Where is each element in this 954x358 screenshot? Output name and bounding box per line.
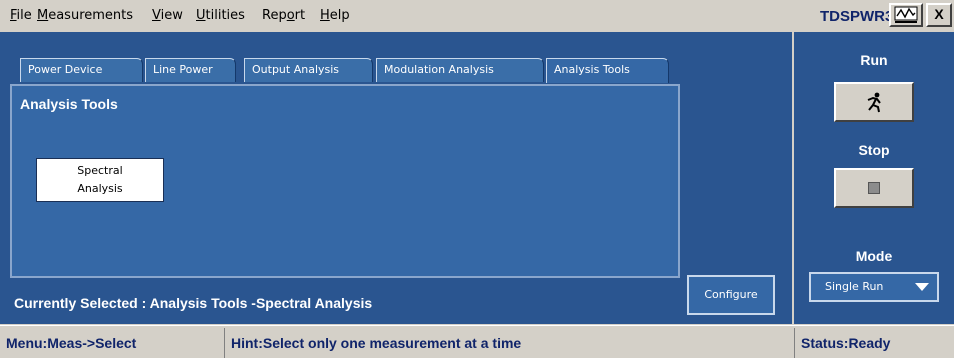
status-menu-path: Menu:Meas->Select bbox=[6, 335, 137, 351]
running-man-icon bbox=[867, 92, 881, 113]
spectral-label-line1: Spectral bbox=[77, 164, 123, 177]
chevron-down-icon bbox=[915, 283, 929, 291]
run-label: Run bbox=[860, 52, 888, 68]
status-bar: Menu:Meas->Select Hint:Select only one m… bbox=[0, 325, 954, 358]
stop-square-icon bbox=[868, 182, 880, 195]
menu-measurements[interactable]: Measurements bbox=[37, 8, 133, 23]
spectral-analysis-button[interactable]: Spectral Analysis bbox=[36, 158, 164, 202]
mode-value: Single Run bbox=[825, 280, 884, 293]
tab-line-power[interactable]: Line Power bbox=[145, 58, 236, 82]
app-title: TDSPWR3 bbox=[820, 8, 894, 25]
panel-title: Analysis Tools bbox=[20, 96, 118, 112]
tab-power-device[interactable]: Power Device bbox=[20, 58, 143, 82]
stop-label: Stop bbox=[858, 142, 890, 158]
minimize-button[interactable] bbox=[889, 3, 923, 27]
tab-content-panel: Analysis Tools Spectral Analysis bbox=[10, 84, 680, 278]
stop-button[interactable] bbox=[834, 168, 914, 208]
control-panel: Run Stop Mode Single Run bbox=[794, 32, 954, 324]
menu-report[interactable]: Report bbox=[262, 8, 305, 23]
menu-utilities[interactable]: Utilities bbox=[196, 8, 245, 23]
menu-help[interactable]: Help bbox=[320, 8, 350, 23]
tab-modulation-analysis[interactable]: Modulation Analysis bbox=[376, 58, 544, 82]
status-hint: Hint:Select only one measurement at a ti… bbox=[224, 328, 792, 358]
run-button[interactable] bbox=[834, 82, 914, 122]
menu-file[interactable]: File bbox=[10, 8, 32, 23]
configure-button[interactable]: Configure bbox=[687, 275, 775, 315]
main-panel: Power Device Line Power Output Analysis … bbox=[0, 32, 792, 324]
tab-output-analysis[interactable]: Output Analysis bbox=[244, 58, 373, 82]
menu-view[interactable]: View bbox=[152, 8, 183, 23]
current-selection-text: Currently Selected : Analysis Tools -Spe… bbox=[14, 295, 373, 311]
spectral-label-line2: Analysis bbox=[77, 182, 123, 195]
mode-dropdown[interactable]: Single Run bbox=[809, 272, 939, 302]
mode-label: Mode bbox=[855, 248, 893, 264]
close-button[interactable]: X bbox=[926, 3, 952, 27]
waveform-icon bbox=[894, 6, 918, 23]
status-ready: Status:Ready bbox=[794, 328, 954, 358]
tab-analysis-tools[interactable]: Analysis Tools bbox=[546, 58, 669, 83]
menu-bar: File Measurements View Utilities Report … bbox=[0, 0, 954, 32]
